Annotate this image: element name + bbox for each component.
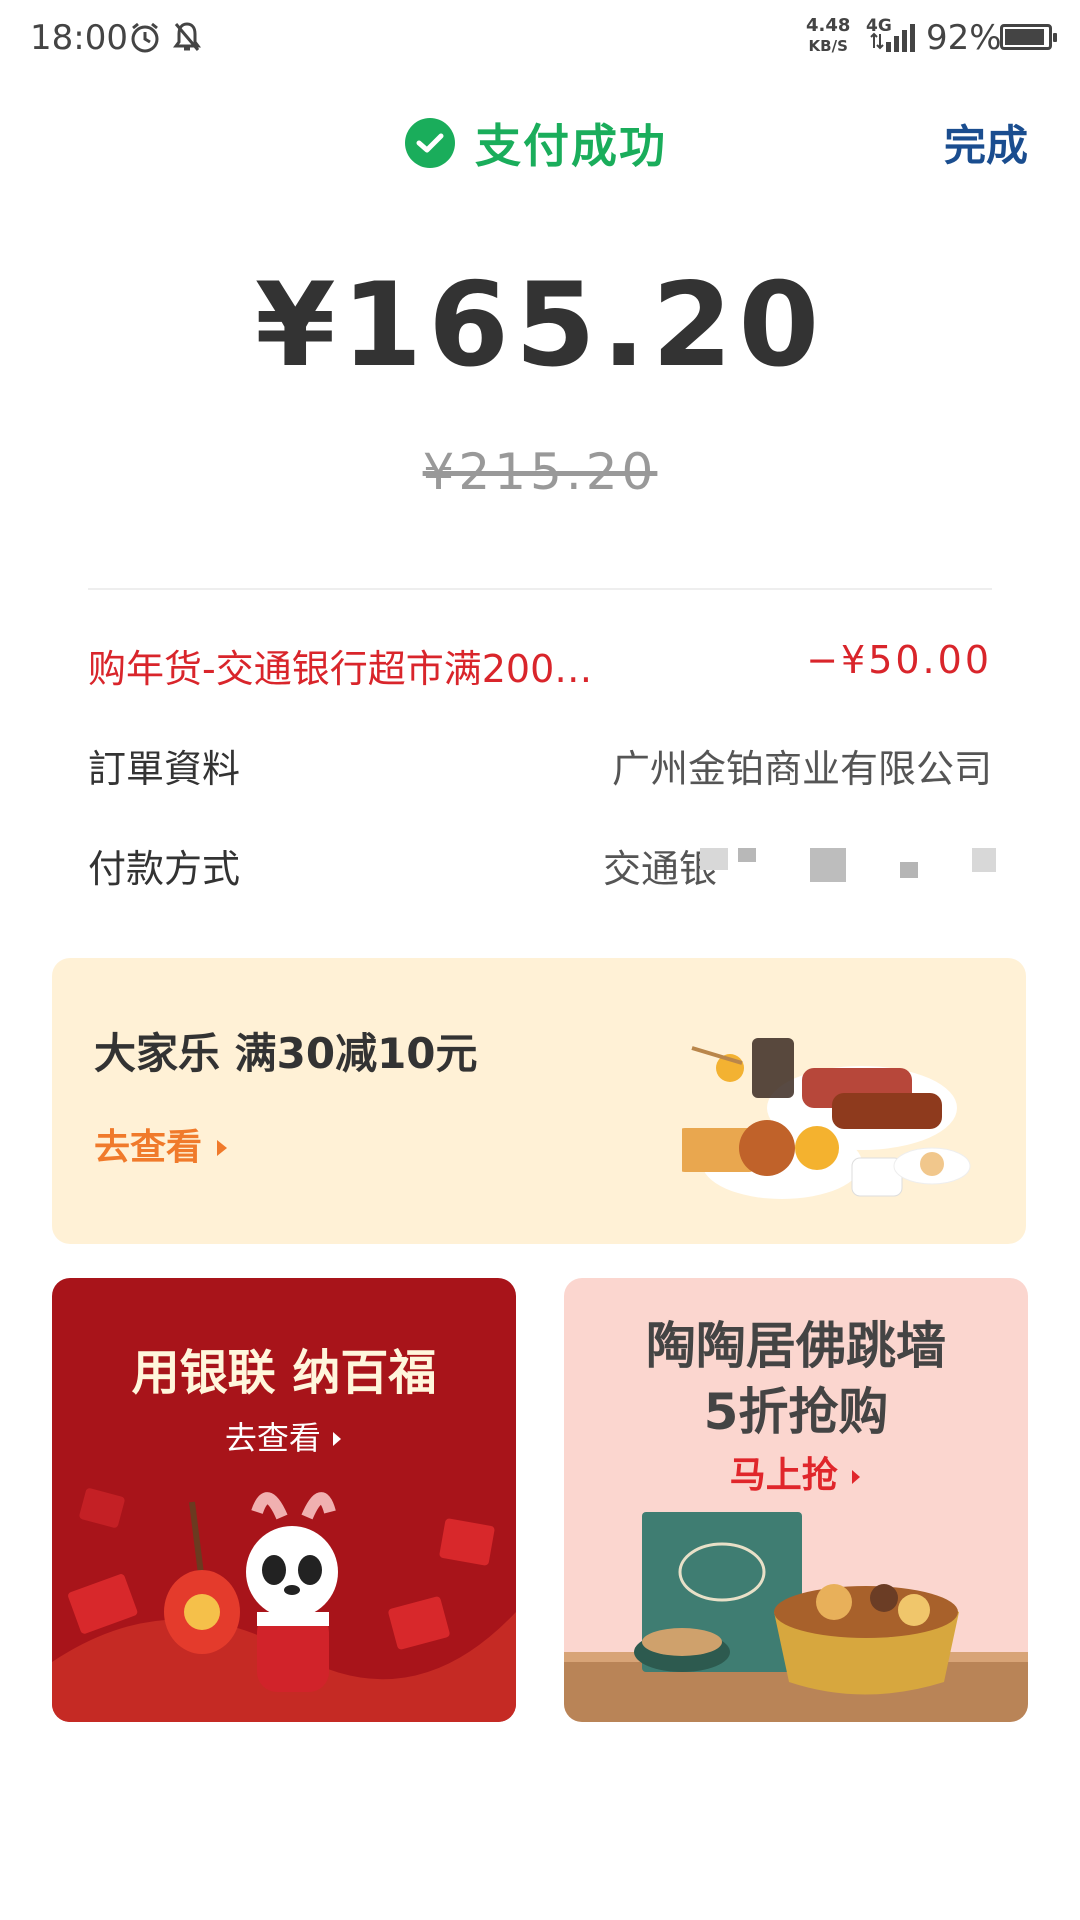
- divider: [88, 588, 992, 590]
- speed-value: 4.48: [806, 15, 851, 36]
- banner-link-label: 去查看: [94, 1127, 203, 1168]
- check-circle-icon: [405, 118, 455, 168]
- order-value: 广州金铂商业有限公司: [611, 747, 992, 791]
- masked-block: [810, 848, 846, 882]
- masked-block: [738, 848, 756, 862]
- card-link-label: 去查看: [224, 1419, 321, 1457]
- done-button[interactable]: 完成: [944, 112, 1028, 173]
- signal-icon: [884, 22, 918, 56]
- banner-title: 大家乐 满30减10元: [94, 1029, 478, 1078]
- panda-illustration: [52, 1488, 516, 1722]
- triangle-right-icon: [852, 1470, 861, 1484]
- header: 支付成功 完成: [0, 100, 1080, 180]
- card-link-label: 马上抢: [729, 1455, 838, 1496]
- mute-bell-icon: [172, 20, 202, 58]
- paid-amount: ¥165.20: [254, 258, 826, 393]
- card-link[interactable]: 马上抢: [564, 1446, 1028, 1498]
- masked-block: [700, 848, 728, 870]
- speed-unit: KB/S: [808, 37, 848, 55]
- original-amount: ¥215.20: [422, 443, 658, 501]
- success-text: 支付成功: [475, 119, 667, 173]
- banner-link[interactable]: 去查看: [94, 1118, 229, 1170]
- order-label: 訂單資料: [88, 747, 241, 791]
- promo-value: −¥50.00: [806, 638, 992, 682]
- card-title-line1: 陶陶居佛跳墙: [646, 1317, 946, 1375]
- promo-banner-dajiale[interactable]: 大家乐 满30减10元 去查看: [52, 958, 1026, 1244]
- alarm-icon: [128, 20, 162, 58]
- promo-card-taotaoju[interactable]: 陶陶居佛跳墙 5折抢购 马上抢: [564, 1278, 1028, 1722]
- status-bar: 18:00 4.48 KB/S 4G 92%: [0, 0, 1080, 76]
- triangle-right-icon: [216, 1140, 227, 1156]
- status-time: 18:00: [30, 18, 128, 58]
- data-arrows-icon: [870, 32, 884, 54]
- promo-card-unionpay[interactable]: 用银联 纳百福 去查看: [52, 1278, 516, 1722]
- battery-percent: 92%: [926, 18, 1002, 58]
- payment-method-label: 付款方式: [88, 847, 241, 891]
- card-title: 用银联 纳百福: [131, 1345, 437, 1401]
- triangle-right-icon: [333, 1432, 342, 1446]
- payment-method-row: 付款方式 交通银: [88, 838, 996, 898]
- food-image: [682, 1038, 971, 1199]
- promo-row[interactable]: 购年货-交通银行超市满200… −¥50.00: [88, 638, 992, 698]
- card-title-line2: 5折抢购: [703, 1383, 889, 1441]
- masked-block: [900, 862, 918, 878]
- network-speed: 4.48 KB/S: [806, 16, 850, 56]
- battery-icon: [1000, 24, 1057, 50]
- card-link[interactable]: 去查看: [52, 1413, 516, 1459]
- promo-label: 购年货-交通银行超市满200…: [88, 647, 593, 691]
- order-row: 訂單資料 广州金铂商业有限公司: [88, 738, 992, 798]
- masked-block: [972, 848, 996, 872]
- food-box-illustration: [564, 1512, 1028, 1722]
- card-title: 陶陶居佛跳墙 5折抢购: [564, 1313, 1028, 1445]
- success-title: 支付成功: [405, 110, 667, 176]
